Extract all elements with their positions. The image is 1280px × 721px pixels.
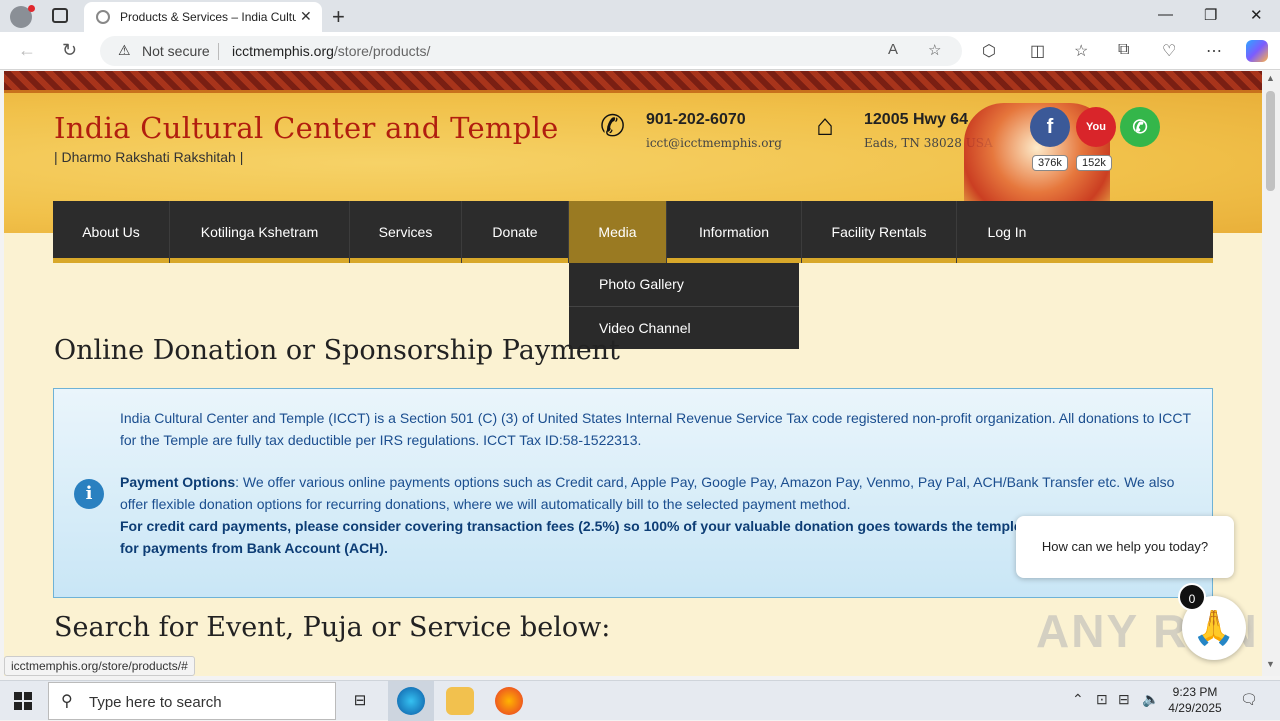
- scroll-up-icon[interactable]: ▲: [1266, 73, 1275, 83]
- taskbar-clock[interactable]: 9:23 PM 4/29/2025: [1156, 684, 1234, 716]
- close-window-icon[interactable]: ✕: [1250, 6, 1263, 24]
- youtube-count: 152k: [1076, 155, 1112, 171]
- facebook-icon[interactable]: f: [1030, 107, 1070, 147]
- chat-badge: 0: [1178, 583, 1206, 611]
- main-nav: About Us Kotilinga Kshetram Services Don…: [53, 201, 1213, 263]
- windows-start-icon[interactable]: [14, 692, 32, 710]
- clock-time: 9:23 PM: [1172, 685, 1218, 699]
- url-path: /store/products/: [333, 43, 431, 59]
- scroll-thumb[interactable]: [1266, 91, 1275, 191]
- payment-options-body: : We offer various online payments optio…: [120, 474, 1175, 512]
- page-heading: Online Donation or Sponsorship Payment: [54, 335, 620, 366]
- address-toolbar: ← ↻ ⚠ Not secure icctmemphis.org/store/p…: [0, 32, 1280, 70]
- not-secure-label[interactable]: Not secure: [142, 43, 210, 59]
- nav-services[interactable]: Services: [350, 201, 462, 263]
- copilot-icon[interactable]: [1246, 40, 1268, 62]
- search-heading: Search for Event, Puja or Service below:: [54, 612, 611, 643]
- tab-title: Products & Services – India Cultu: [120, 10, 296, 24]
- more-menu-icon[interactable]: ⋯: [1206, 41, 1222, 61]
- payment-options-label: Payment Options: [120, 474, 236, 490]
- taskbar-search[interactable]: ⚲ Type here to search: [48, 682, 336, 720]
- nav-facility-rentals[interactable]: Facility Rentals: [802, 201, 957, 263]
- scroll-down-icon[interactable]: ▼: [1266, 659, 1275, 669]
- restore-icon[interactable]: ❐: [1204, 6, 1217, 24]
- nav-log-in[interactable]: Log In: [957, 201, 1057, 263]
- phone-number[interactable]: 901-202-6070: [646, 111, 746, 129]
- nav-kotilinga-kshetram[interactable]: Kotilinga Kshetram: [170, 201, 350, 263]
- link-status-bar: icctmemphis.org/store/products/#: [4, 656, 195, 676]
- nav-media[interactable]: Media: [569, 201, 667, 263]
- tax-info-text: India Cultural Center and Temple (ICCT) …: [120, 410, 1191, 448]
- file-explorer-icon[interactable]: [446, 687, 474, 715]
- address-line1: 12005 Hwy 64: [864, 111, 969, 128]
- read-aloud-icon[interactable]: A: [888, 41, 898, 58]
- url-bar[interactable]: ⚠ Not secure icctmemphis.org/store/produ…: [100, 36, 962, 66]
- site-tagline: | Dharmo Rakshati Rakshitah |: [54, 149, 244, 165]
- nav-donate[interactable]: Donate: [462, 201, 569, 263]
- firefox-icon[interactable]: [495, 687, 523, 715]
- home-icon: ⌂: [816, 109, 835, 142]
- task-view-icon[interactable]: ⊟: [346, 687, 374, 715]
- divider: [218, 43, 219, 60]
- favorites-icon[interactable]: ☆: [1074, 41, 1088, 61]
- back-icon[interactable]: ←: [18, 40, 36, 61]
- browser-essentials-icon[interactable]: ♡: [1162, 41, 1176, 61]
- email-link[interactable]: icct@icctmemphis.org: [646, 136, 782, 150]
- url-text[interactable]: icctmemphis.org/store/products/: [232, 43, 430, 59]
- edge-icon[interactable]: [397, 687, 425, 715]
- warning-icon[interactable]: ⚠: [118, 42, 131, 59]
- extensions-icon[interactable]: ⬡: [982, 41, 996, 61]
- fee-note-2: for payments from Bank Account (ACH).: [120, 540, 388, 556]
- whatsapp-icon[interactable]: ✆: [1120, 107, 1160, 147]
- browser-tab-bar: Products & Services – India Cultu ✕ + — …: [0, 0, 1280, 32]
- tray-device-icon[interactable]: ⊡: [1096, 691, 1108, 708]
- notifications-icon[interactable]: 🗨: [1240, 691, 1258, 708]
- windows-taskbar: ⚲ Type here to search ⊟ ⌃ ⊡ ⊟ 🔈 9:23 PM …: [0, 680, 1280, 721]
- dropdown-photo-gallery[interactable]: Photo Gallery: [569, 263, 799, 306]
- notification-dot: [28, 5, 35, 12]
- site-title[interactable]: India Cultural Center and Temple: [54, 111, 559, 145]
- facebook-count: 376k: [1032, 155, 1068, 171]
- decorative-stripe: [4, 71, 1262, 93]
- nav-about-us[interactable]: About Us: [53, 201, 170, 263]
- close-tab-icon[interactable]: ✕: [300, 8, 312, 25]
- url-domain: icctmemphis.org: [232, 43, 334, 59]
- page-scrollbar[interactable]: ▲ ▼: [1262, 71, 1280, 676]
- browser-tab[interactable]: Products & Services – India Cultu ✕: [84, 2, 322, 32]
- taskbar-search-placeholder: Type here to search: [89, 694, 222, 711]
- info-icon: i: [74, 479, 104, 509]
- new-tab-button[interactable]: +: [332, 4, 345, 30]
- collections-icon[interactable]: ⧉: [1118, 41, 1129, 59]
- favorite-star-icon[interactable]: ☆: [928, 41, 941, 59]
- search-icon: ⚲: [61, 693, 73, 710]
- nav-information[interactable]: Information: [667, 201, 802, 263]
- refresh-icon[interactable]: ↻: [62, 40, 77, 61]
- page-viewport: India Cultural Center and Temple | Dharm…: [4, 71, 1262, 676]
- fee-note: For credit card payments, please conside…: [120, 518, 1047, 534]
- phone-icon: ✆: [600, 110, 626, 143]
- minimize-icon[interactable]: —: [1158, 6, 1173, 23]
- network-icon[interactable]: ⊟: [1118, 691, 1130, 708]
- globe-icon: [96, 10, 110, 24]
- clock-date: 4/29/2025: [1168, 701, 1222, 715]
- tab-actions-icon[interactable]: [52, 8, 68, 23]
- youtube-icon[interactable]: You Tube: [1076, 107, 1116, 173]
- chat-prompt-bubble[interactable]: How can we help you today?: [1016, 516, 1234, 578]
- split-screen-icon[interactable]: ◫: [1030, 41, 1045, 61]
- tray-chevron-icon[interactable]: ⌃: [1072, 691, 1084, 708]
